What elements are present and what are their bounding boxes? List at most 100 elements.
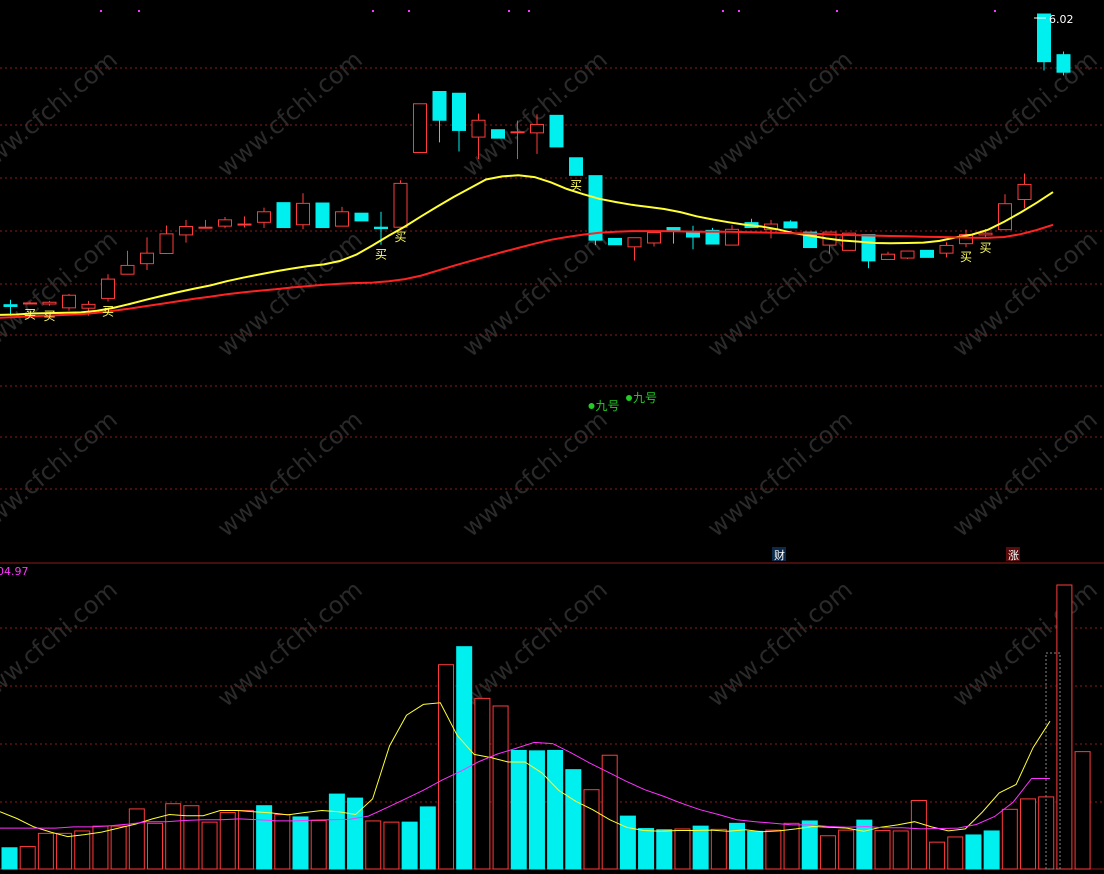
cai-tag-text: 财 (774, 548, 785, 562)
volume-bar (856, 819, 873, 870)
candle-body (452, 92, 466, 131)
candle-body (218, 219, 232, 227)
buy-signal-label: 买 (395, 230, 407, 244)
volume-bar (256, 805, 273, 870)
candle-body (296, 202, 310, 226)
stock-chart: www.cfchi.com www.cfchi.com www.cfchi.com w… (0, 0, 1104, 874)
volume-bar (165, 803, 182, 870)
buy-signal-label: 买 (44, 309, 56, 323)
candle-body (627, 237, 642, 248)
volume-bar (492, 705, 509, 870)
volume-bar (128, 808, 145, 870)
volume-bar (19, 846, 36, 870)
volume-bar (983, 830, 1000, 870)
volume-bar (347, 797, 364, 870)
volume-bar (528, 750, 545, 870)
buy-signal-label: 买 (570, 178, 582, 192)
volume-bar (747, 830, 764, 870)
volume-bar (510, 749, 527, 870)
volume-bar (201, 821, 218, 870)
volume-bar (1056, 584, 1073, 870)
volume-bar (583, 789, 600, 870)
candle-body (647, 231, 661, 244)
candle-body (140, 252, 154, 265)
candle-body (354, 212, 369, 222)
candle-body (588, 175, 603, 241)
candle-body (549, 114, 564, 148)
candle-body (159, 233, 174, 255)
volume-bar (401, 821, 418, 870)
volume-bar (619, 815, 636, 870)
candle-body (101, 278, 115, 299)
candle-body (1017, 183, 1032, 201)
volume-bar (1001, 808, 1018, 870)
volume-bar (419, 806, 436, 870)
candle-body (81, 303, 96, 309)
volume-bar (929, 841, 946, 870)
candle-body (510, 131, 525, 134)
volume-bar (674, 828, 691, 870)
volume-bar (147, 822, 164, 870)
candle-body (62, 294, 76, 309)
candle-body (23, 302, 37, 305)
candle-body (335, 211, 349, 227)
volume-bar (910, 800, 927, 870)
candle-body (978, 232, 993, 236)
candle-body (3, 304, 18, 307)
candle-body (257, 211, 271, 223)
high-price-label: 6.02 (1049, 13, 1074, 26)
candle-body (42, 301, 57, 305)
volume-bar (219, 812, 236, 870)
candle-body (276, 202, 291, 229)
candle-body (1056, 54, 1071, 73)
nine-signal-dot (588, 403, 595, 409)
volume-bar (474, 697, 491, 870)
volume-bar (1020, 798, 1037, 870)
candle-body (881, 253, 895, 260)
candle-body (374, 226, 388, 230)
volume-bar (965, 834, 982, 870)
volume-bar (874, 830, 891, 870)
volume-bar (74, 830, 91, 870)
candle-body (530, 123, 544, 134)
volume-bar (56, 832, 73, 870)
volume-bar (892, 830, 909, 870)
candle-body (491, 129, 505, 139)
volume-bar (456, 646, 473, 870)
volume-bar (383, 821, 400, 870)
volume-bar (1074, 751, 1091, 870)
volume-bar (819, 835, 836, 870)
volume-bar (601, 754, 618, 870)
candle-body (608, 237, 622, 246)
candle-body (237, 223, 252, 226)
nine-signal-label: 九号 (596, 399, 620, 413)
candle-body (198, 226, 213, 229)
candle-body (920, 249, 934, 258)
volume-bar (947, 836, 964, 870)
zhang-tag: 涨 (1006, 547, 1020, 562)
candle-body (686, 231, 700, 238)
candle-body (179, 226, 193, 236)
buy-signal-label: 买 (960, 250, 972, 264)
buy-signal-label: 买 (980, 241, 992, 255)
volume-bar (438, 664, 455, 870)
candle-body (432, 90, 447, 121)
cai-tag: 财 (772, 547, 786, 562)
volume-bar (292, 816, 309, 870)
candle-body (998, 203, 1012, 231)
volume-bar (565, 769, 582, 870)
volume-bar (37, 832, 54, 870)
volume-bar (656, 829, 673, 870)
volume-bar (765, 829, 782, 870)
candle-body (393, 182, 408, 228)
candle-body (569, 157, 583, 176)
volume-bar (110, 825, 127, 870)
volume-bar (638, 828, 655, 870)
nine-signal-label: 九号 (633, 391, 657, 405)
buy-signal-label: 买 (24, 307, 36, 321)
candle-body (861, 234, 876, 262)
candle-body (471, 119, 486, 138)
zhang-tag-text: 涨 (1008, 549, 1019, 562)
volume-bar (710, 828, 727, 870)
volume-bar (692, 825, 709, 870)
